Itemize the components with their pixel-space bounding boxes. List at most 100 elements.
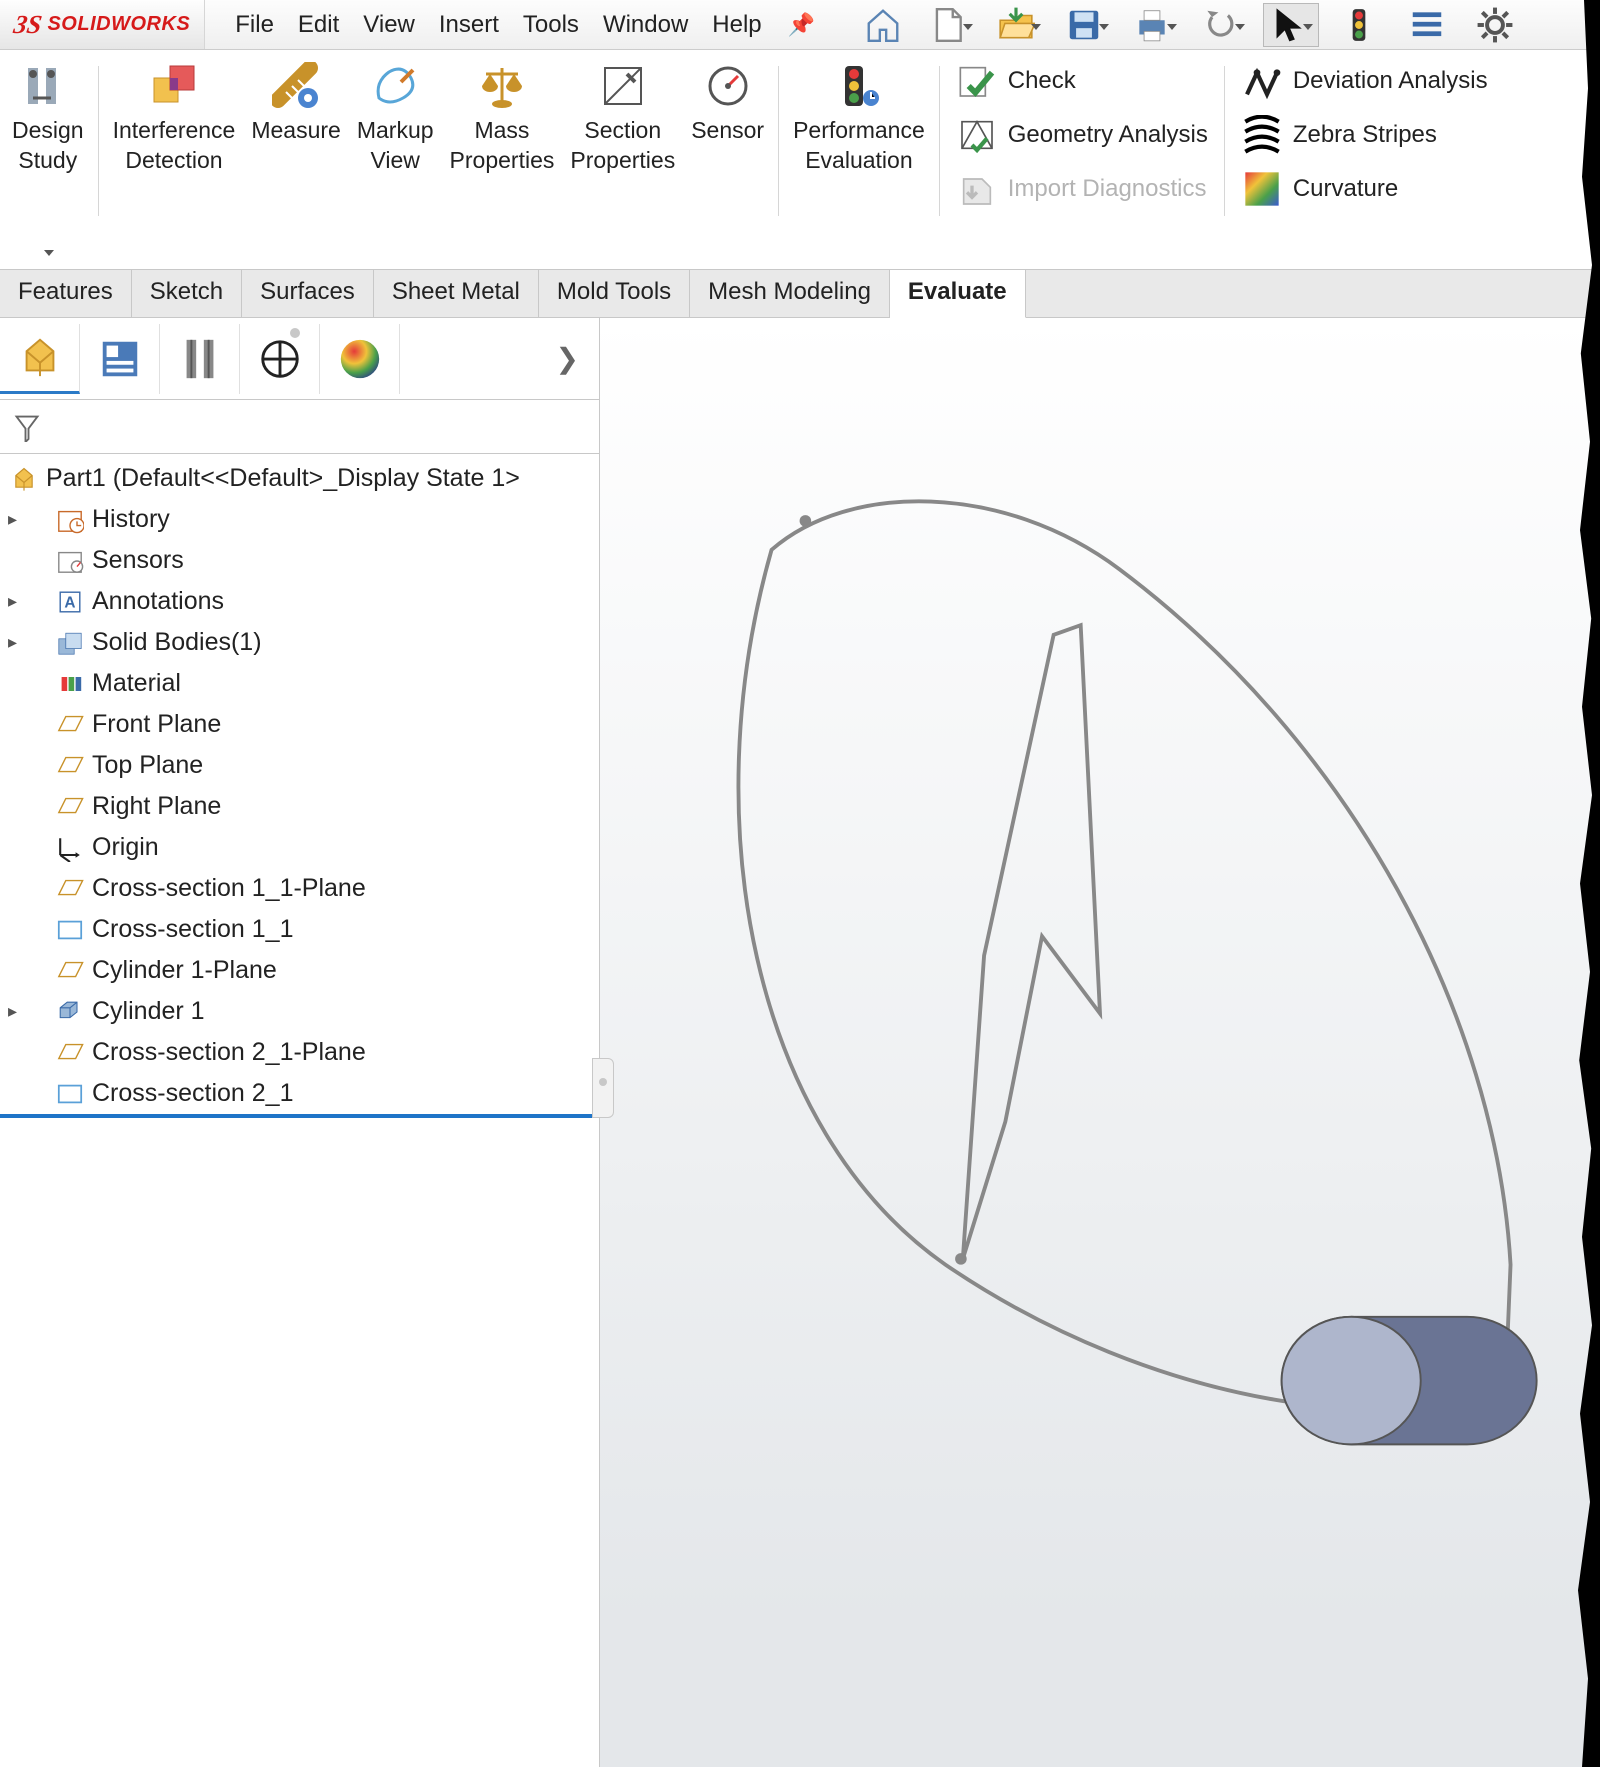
tree-item[interactable]: Origin [0, 827, 599, 868]
tree-item-label: Cross-section 2_1-Plane [92, 1038, 366, 1067]
measure-button[interactable]: Measure [243, 56, 348, 150]
home-button[interactable] [855, 3, 911, 47]
origin-icon [54, 834, 86, 862]
menu-window[interactable]: Window [591, 11, 700, 39]
expand-panel-button[interactable]: ❯ [556, 342, 599, 375]
graphics-viewport[interactable] [600, 318, 1600, 1767]
content-area: ❯ Part1 (Default<<Default>_Display State… [0, 318, 1600, 1767]
expand-caret[interactable]: ▸ [8, 632, 26, 653]
tree-item[interactable]: Cylinder 1-Plane [0, 950, 599, 991]
mass-properties-button[interactable]: MassProperties [442, 56, 563, 180]
tree-item-label: History [92, 505, 170, 534]
design-study-icon [22, 60, 74, 112]
menu-edit[interactable]: Edit [286, 11, 351, 39]
tree-item[interactable]: ▸ Cylinder 1 [0, 991, 599, 1032]
interference-detection-button[interactable]: InterferenceDetection [105, 56, 244, 180]
feature-manager-tree-tab[interactable] [0, 324, 80, 394]
plane-icon [54, 752, 86, 780]
solidbodies-icon [54, 629, 86, 657]
cm-tab-evaluate[interactable]: Evaluate [890, 270, 1026, 318]
zebra-stripes-button[interactable]: Zebra Stripes [1241, 114, 1488, 156]
cm-tab-mesh-modeling[interactable]: Mesh Modeling [690, 270, 890, 317]
sensor-button[interactable]: Sensor [683, 56, 772, 150]
curvature-icon [1241, 168, 1283, 210]
plane-icon [54, 875, 86, 903]
section-properties-button[interactable]: SectionProperties [562, 56, 683, 180]
menu-tools[interactable]: Tools [511, 11, 591, 39]
tree-item[interactable]: Front Plane [0, 704, 599, 745]
feature-manager-filter[interactable] [0, 400, 599, 454]
new-document-button[interactable] [923, 3, 979, 47]
tree-item[interactable]: Cross-section 1_1 [0, 909, 599, 950]
cm-tab-sketch[interactable]: Sketch [132, 270, 242, 317]
configuration-manager-tab[interactable] [160, 324, 240, 394]
performance-evaluation-button[interactable]: PerformanceEvaluation [785, 56, 933, 180]
check-icon [956, 60, 998, 102]
expand-caret[interactable]: ▸ [8, 591, 26, 612]
tree-item[interactable]: Sensors [0, 540, 599, 581]
menu-file[interactable]: File [223, 11, 286, 39]
tree-item[interactable]: Right Plane [0, 786, 599, 827]
menu-view[interactable]: View [351, 11, 427, 39]
property-manager-tab[interactable] [80, 324, 160, 394]
deviation-analysis-button[interactable]: Deviation Analysis [1241, 60, 1488, 102]
tree-item-label: Cylinder 1 [92, 997, 205, 1026]
tree-item[interactable]: ▸ Annotations [0, 581, 599, 622]
ribbon-dropdown-icon[interactable] [44, 250, 54, 256]
expand-caret[interactable]: ▸ [8, 1001, 26, 1022]
tree-item[interactable]: ▸ Solid Bodies(1) [0, 622, 599, 663]
open-document-button[interactable] [991, 3, 1047, 47]
tree-item-label: Top Plane [92, 751, 203, 780]
app-logo[interactable]: 3S SOLIDWORKS [0, 0, 205, 49]
tree-root-label: Part1 (Default<<Default>_Display State 1… [46, 464, 520, 493]
cm-tab-features[interactable]: Features [0, 270, 132, 317]
check-button[interactable]: Check [956, 60, 1208, 102]
pin-icon[interactable]: 📌 [788, 12, 815, 38]
tree-item[interactable]: Cross-section 1_1-Plane [0, 868, 599, 909]
tree-item[interactable]: ▸ History [0, 499, 599, 540]
plane-icon [54, 793, 86, 821]
cm-tab-surfaces[interactable]: Surfaces [242, 270, 374, 317]
rebuild-button[interactable] [1331, 3, 1387, 47]
menu-insert[interactable]: Insert [427, 11, 511, 39]
plane-icon [54, 711, 86, 739]
interference-detection-icon [148, 60, 200, 112]
logo-glyph: 3S [11, 10, 44, 40]
dimxpert-manager-tab[interactable] [240, 324, 320, 394]
geometry-analysis-button[interactable]: Geometry Analysis [956, 114, 1208, 156]
display-manager-tab[interactable] [320, 324, 400, 394]
zebra-stripes-icon [1241, 114, 1283, 156]
cm-tab-sheet-metal[interactable]: Sheet Metal [374, 270, 539, 317]
flyout-handle[interactable] [592, 1058, 614, 1118]
tree-item[interactable]: Cross-section 2_1-Plane [0, 1032, 599, 1073]
design-study-button[interactable]: DesignStudy [4, 56, 92, 180]
tree-item-label: Annotations [92, 587, 224, 616]
sensors-icon [54, 547, 86, 575]
performance-evaluation-icon [833, 60, 885, 112]
feature-icon [54, 998, 86, 1026]
print-button[interactable] [1127, 3, 1183, 47]
history-icon [54, 506, 86, 534]
geometry-analysis-icon [956, 114, 998, 156]
markup-view-button[interactable]: MarkupView [349, 56, 442, 180]
tree-root[interactable]: Part1 (Default<<Default>_Display State 1… [0, 458, 599, 499]
mass-properties-icon [476, 60, 528, 112]
feature-tree: Part1 (Default<<Default>_Display State 1… [0, 454, 599, 1767]
part-icon [8, 465, 40, 493]
tree-item[interactable]: Top Plane [0, 745, 599, 786]
tree-item[interactable]: Cross-section 2_1 [0, 1073, 599, 1118]
annotations-icon [54, 588, 86, 616]
menu-help[interactable]: Help [700, 11, 773, 39]
cm-tab-mold-tools[interactable]: Mold Tools [539, 270, 690, 317]
save-button[interactable] [1059, 3, 1115, 47]
plane-icon [54, 957, 86, 985]
undo-button[interactable] [1195, 3, 1251, 47]
tree-item[interactable]: Material [0, 663, 599, 704]
options-list-button[interactable] [1399, 3, 1455, 47]
import-diagnostics-icon [956, 168, 998, 210]
deviation-analysis-icon [1241, 60, 1283, 102]
curvature-button[interactable]: Curvature [1241, 168, 1488, 210]
select-button[interactable] [1263, 3, 1319, 47]
expand-caret[interactable]: ▸ [8, 509, 26, 530]
settings-button[interactable] [1467, 3, 1523, 47]
